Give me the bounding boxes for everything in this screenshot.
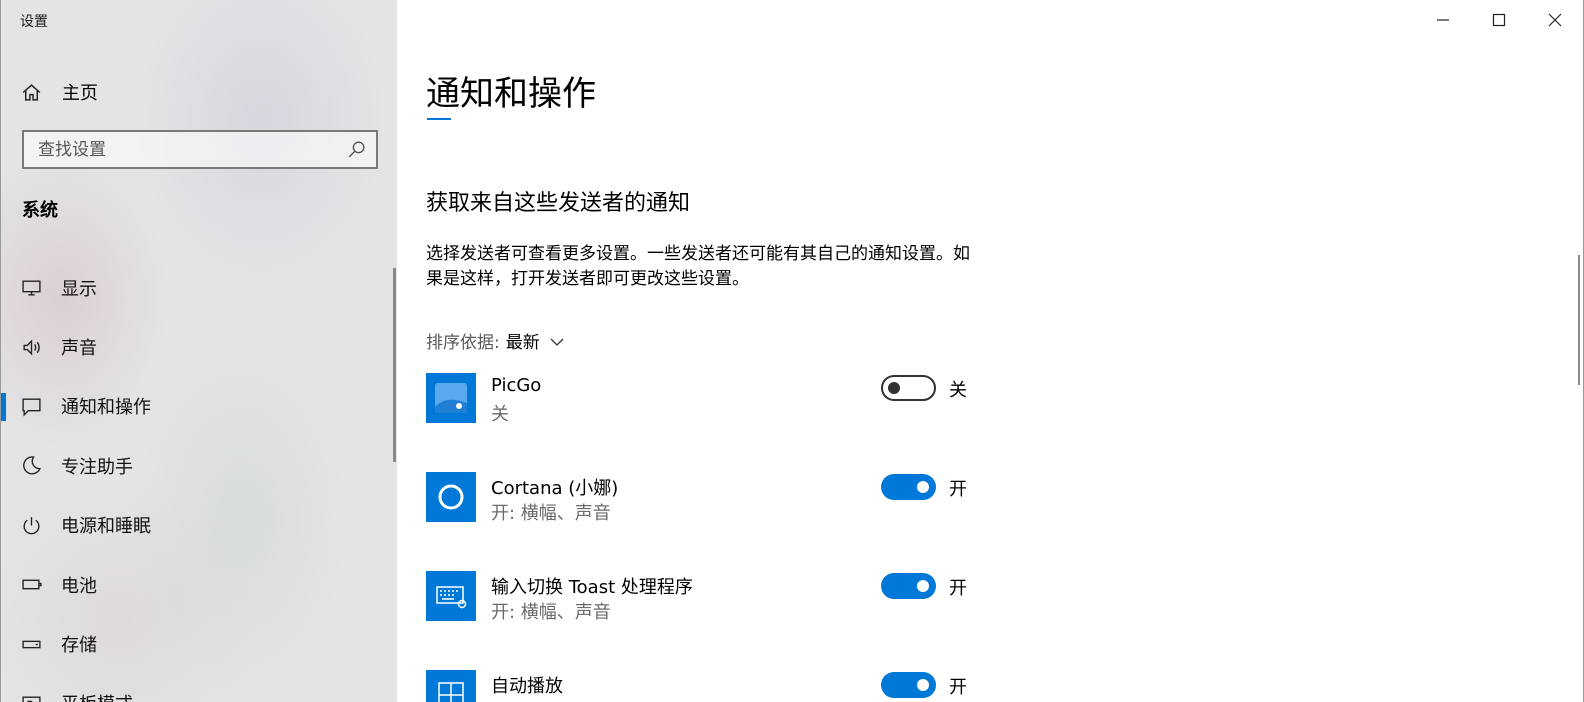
main-scrollbar[interactable]: [1578, 255, 1580, 385]
tablet-icon: [21, 693, 42, 702]
sidebar-item-power-sleep[interactable]: 电源和睡眠: [1, 496, 398, 555]
sender-name: PicGo: [491, 375, 542, 396]
sender-row-cortana[interactable]: Cortana (小娜) 开: 横幅、声音 开: [426, 472, 986, 524]
toggle-state-label: 关: [949, 380, 967, 401]
sort-value: 最新: [505, 333, 540, 353]
home-icon: [21, 82, 42, 103]
sidebar-item-label: 专注助手: [61, 456, 133, 478]
sender-name: 输入切换 Toast 处理程序: [491, 577, 693, 598]
autoplay-icon: [426, 670, 476, 702]
sidebar-item-storage[interactable]: 存储: [1, 614, 398, 673]
sidebar-item-label: 电池: [61, 575, 97, 597]
speaker-icon: [21, 337, 42, 358]
sidebar: 设置 主页 系统 显示 声音 通知和操作: [0, 0, 397, 702]
toggle-knob: [917, 580, 929, 592]
sender-row-autoplay[interactable]: 自动播放 开: [426, 670, 986, 702]
sidebar-scrollbar[interactable]: [393, 268, 396, 462]
minimize-icon: [1436, 12, 1450, 31]
sidebar-item-label: 声音: [61, 338, 97, 360]
notification-toggle[interactable]: [881, 672, 936, 698]
sort-label: 排序依据:: [426, 333, 500, 353]
toggle-state-label: 开: [949, 578, 967, 599]
cortana-icon: [426, 472, 476, 522]
close-button[interactable]: [1527, 0, 1583, 42]
close-icon: [1548, 12, 1562, 31]
sidebar-item-focus-assist[interactable]: 专注助手: [1, 436, 398, 495]
sidebar-item-label: 电源和睡眠: [61, 516, 151, 538]
toggle-knob: [888, 382, 900, 394]
maximize-button[interactable]: [1471, 0, 1527, 42]
sidebar-nav: 显示 声音 通知和操作 专注助手 电源和睡眠 电池 存储: [1, 258, 398, 702]
search-icon[interactable]: [346, 139, 367, 160]
sidebar-item-label: 显示: [61, 278, 97, 300]
section-title: 获取来自这些发送者的通知: [426, 191, 691, 216]
sender-name: Cortana (小娜): [491, 478, 619, 499]
picgo-icon: [426, 373, 476, 423]
storage-icon: [21, 634, 42, 655]
toggle-state-label: 开: [949, 479, 967, 500]
notification-icon: [21, 396, 42, 417]
search-box[interactable]: [22, 130, 378, 169]
window-controls: [1415, 0, 1583, 42]
sender-name: 自动播放: [491, 676, 563, 697]
sidebar-item-battery[interactable]: 电池: [1, 555, 398, 614]
sender-status: 开: 横幅、声音: [491, 602, 611, 623]
sidebar-item-display[interactable]: 显示: [1, 258, 398, 317]
sidebar-item-sound[interactable]: 声音: [1, 317, 398, 376]
home-label: 主页: [62, 83, 98, 104]
sender-row-input-toast[interactable]: 输入切换 Toast 处理程序 开: 横幅、声音 开: [426, 571, 986, 623]
sidebar-item-label: 存储: [61, 635, 97, 657]
search-input[interactable]: [38, 139, 338, 160]
sender-row-picgo[interactable]: PicGo 关 关: [426, 373, 986, 425]
power-icon: [21, 515, 42, 536]
chevron-down-icon: [550, 334, 564, 348]
sidebar-section-title: 系统: [22, 200, 58, 221]
page-title: 通知和操作: [426, 74, 596, 114]
sidebar-item-notifications[interactable]: 通知和操作: [1, 377, 398, 436]
display-icon: [21, 277, 42, 298]
battery-icon: [21, 574, 42, 595]
sidebar-item-label: 平板模式: [61, 690, 133, 702]
home-link[interactable]: 主页: [21, 78, 98, 106]
toggle-state-label: 开: [949, 677, 967, 698]
title-accent-underline: [427, 118, 451, 120]
maximize-icon: [1492, 12, 1506, 31]
sort-dropdown[interactable]: 排序依据: 最新: [426, 328, 564, 353]
section-description: 选择发送者可查看更多设置。一些发送者还可能有其自己的通知设置。如果是这样，打开发…: [426, 244, 970, 289]
minimize-button[interactable]: [1415, 0, 1471, 42]
moon-icon: [21, 455, 42, 476]
keyboard-icon: [426, 571, 476, 621]
notification-toggle[interactable]: [881, 375, 936, 401]
app-title: 设置: [20, 14, 48, 30]
toggle-knob: [917, 481, 929, 493]
toggle-knob: [917, 679, 929, 691]
notification-toggle[interactable]: [881, 573, 936, 599]
sidebar-item-tablet[interactable]: 平板模式: [1, 674, 398, 702]
notification-toggle[interactable]: [881, 474, 936, 500]
main-panel: 通知和操作 获取来自这些发送者的通知 选择发送者可查看更多设置。一些发送者还可能…: [397, 0, 1584, 702]
sender-status: 关: [491, 404, 509, 425]
sidebar-item-label: 通知和操作: [61, 397, 151, 419]
sender-status: 开: 横幅、声音: [491, 503, 611, 524]
